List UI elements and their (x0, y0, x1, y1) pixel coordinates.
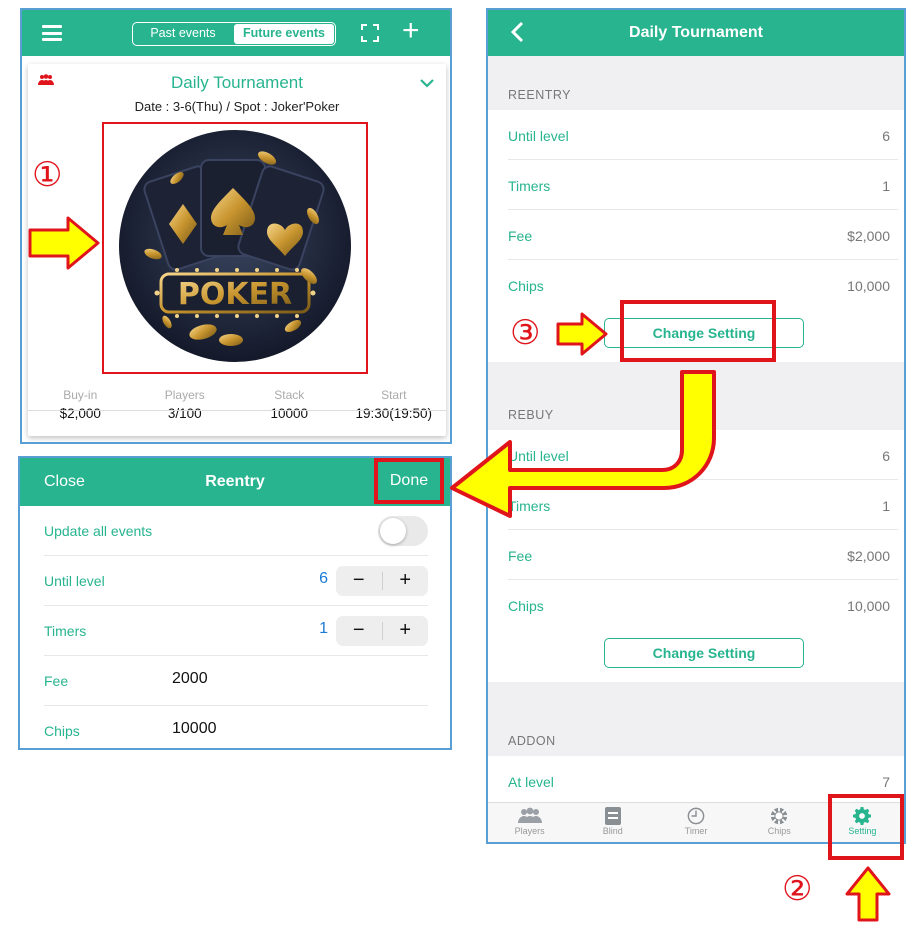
row-label: Chips (508, 278, 544, 294)
until-level-label: Until level (44, 573, 105, 589)
menu-icon[interactable] (42, 25, 62, 41)
add-event-button[interactable]: + (402, 16, 420, 46)
timers-minus-button[interactable]: − (336, 620, 383, 640)
arrow-up-icon (845, 866, 891, 922)
chips-input[interactable]: 10000 (172, 720, 217, 738)
fee-input[interactable]: 2000 (172, 670, 208, 688)
curved-arrow-icon (450, 370, 716, 518)
row-value: 6 (882, 448, 890, 464)
tab-label: Players (514, 826, 545, 836)
stat-label: Start (381, 388, 407, 402)
timer-icon (687, 807, 705, 825)
event-filter-segment: Past events Future events (132, 22, 336, 46)
timers-plus-button[interactable]: + (383, 616, 429, 646)
timers-label: Timers (44, 623, 87, 639)
stat-value: 10000 (270, 406, 309, 421)
row-value: 1 (882, 178, 890, 194)
timers-stepper: − + (336, 616, 428, 646)
event-image-highlight[interactable]: POKER (102, 122, 368, 374)
reentry-editor-header: Close Reentry Done (20, 458, 450, 506)
event-title: Daily Tournament (171, 73, 303, 92)
row-label: Fee (508, 548, 533, 564)
stat-start: Start 19:30(19:50) (342, 388, 447, 421)
tournament-title: Daily Tournament (629, 24, 763, 41)
toggle-knob (380, 518, 406, 544)
tab-players[interactable]: Players (488, 803, 571, 842)
blind-icon (604, 807, 621, 825)
chevron-down-icon[interactable] (420, 78, 434, 88)
tournament-header: Daily Tournament (488, 10, 904, 56)
stat-label: Buy-in (63, 388, 98, 402)
until-level-stepper: − + (336, 566, 428, 596)
row-value: 10,000 (847, 598, 890, 614)
chips-icon (771, 807, 788, 825)
timers-row: Timers 1 − + (44, 606, 428, 656)
tab-future-events[interactable]: Future events (234, 24, 334, 44)
tab-past-events[interactable]: Past events (133, 23, 233, 45)
until-level-minus-button[interactable]: − (336, 570, 383, 590)
chips-label: Chips (44, 723, 80, 739)
stat-value: $2,000 (59, 406, 101, 421)
arrow-right-icon (556, 312, 608, 356)
step-2-marker: ② (782, 869, 813, 909)
event-stats: Buy-in $2,000 Players 3/100 Stack 10000 … (28, 388, 446, 421)
row-label: Fee (508, 228, 533, 244)
row-label: At level (508, 774, 554, 790)
tab-blind[interactable]: Blind (571, 803, 654, 842)
reentry-editor: Close Reentry Done Update all events Unt… (18, 456, 452, 750)
step-1-marker: ① (32, 155, 63, 195)
stat-stack: Stack 10000 (237, 388, 342, 421)
row-label: Until level (508, 128, 569, 144)
stat-label: Players (164, 388, 205, 402)
done-button[interactable]: Done (374, 458, 444, 504)
tab-chips[interactable]: Chips (738, 803, 821, 842)
stat-value: 3/100 (167, 406, 202, 421)
change-setting-highlight (620, 300, 776, 362)
until-level-row: Until level 6 − + (44, 556, 428, 606)
row-value: 10,000 (847, 278, 890, 294)
until-level-value: 6 (319, 570, 328, 587)
timers-value: 1 (319, 620, 328, 637)
row-value: $2,000 (847, 228, 890, 244)
row-value: 7 (882, 774, 890, 790)
tab-label: Timer (684, 826, 708, 836)
fee-row: Fee 2000 (44, 656, 428, 706)
update-all-row: Update all events (44, 506, 428, 556)
step-3-marker: ③ (510, 313, 541, 353)
stat-buy-in: Buy-in $2,000 (28, 388, 133, 421)
addon-section-header: ADDON (508, 734, 556, 748)
row-label: Timers (508, 178, 551, 194)
row-label: Chips (508, 598, 544, 614)
stats-divider (28, 410, 446, 411)
arrow-right-icon (28, 216, 100, 270)
fee-label: Fee (44, 673, 69, 689)
event-subtitle: Date : 3-6(Thu) / Spot : Joker'Poker (134, 99, 340, 114)
stat-players: Players 3/100 (133, 388, 238, 421)
stat-value: 19:30(19:50) (355, 406, 433, 421)
stat-label: Stack (274, 388, 305, 402)
row-value: $2,000 (847, 548, 890, 564)
update-all-label: Update all events (44, 523, 153, 539)
tab-label: Chips (767, 826, 791, 836)
tab-label: Blind (602, 826, 623, 836)
players-icon (517, 807, 542, 823)
rebuy-chips-row[interactable]: Chips 10,000 (508, 580, 898, 630)
update-all-toggle[interactable] (378, 516, 428, 546)
rebuy-change-setting-button[interactable]: Change Setting (604, 638, 804, 668)
reentry-timers-row[interactable]: Timers 1 (508, 160, 898, 210)
tab-timer[interactable]: Timer (654, 803, 737, 842)
reentry-until-level-row[interactable]: Until level 6 (508, 110, 898, 160)
until-level-plus-button[interactable]: + (383, 566, 429, 596)
expand-icon[interactable] (361, 24, 379, 42)
chips-row: Chips 10000 (44, 706, 428, 748)
setting-tab-highlight (828, 794, 904, 860)
event-list-header: Past events Future events + (22, 10, 450, 56)
poker-image: POKER (119, 130, 351, 362)
row-value: 6 (882, 128, 890, 144)
reentry-section-header: REENTRY (508, 88, 572, 102)
reentry-fee-row[interactable]: Fee $2,000 (508, 210, 898, 260)
poker-image-text: POKER (178, 277, 292, 312)
rebuy-fee-row[interactable]: Fee $2,000 (508, 530, 898, 580)
row-value: 1 (882, 498, 890, 514)
